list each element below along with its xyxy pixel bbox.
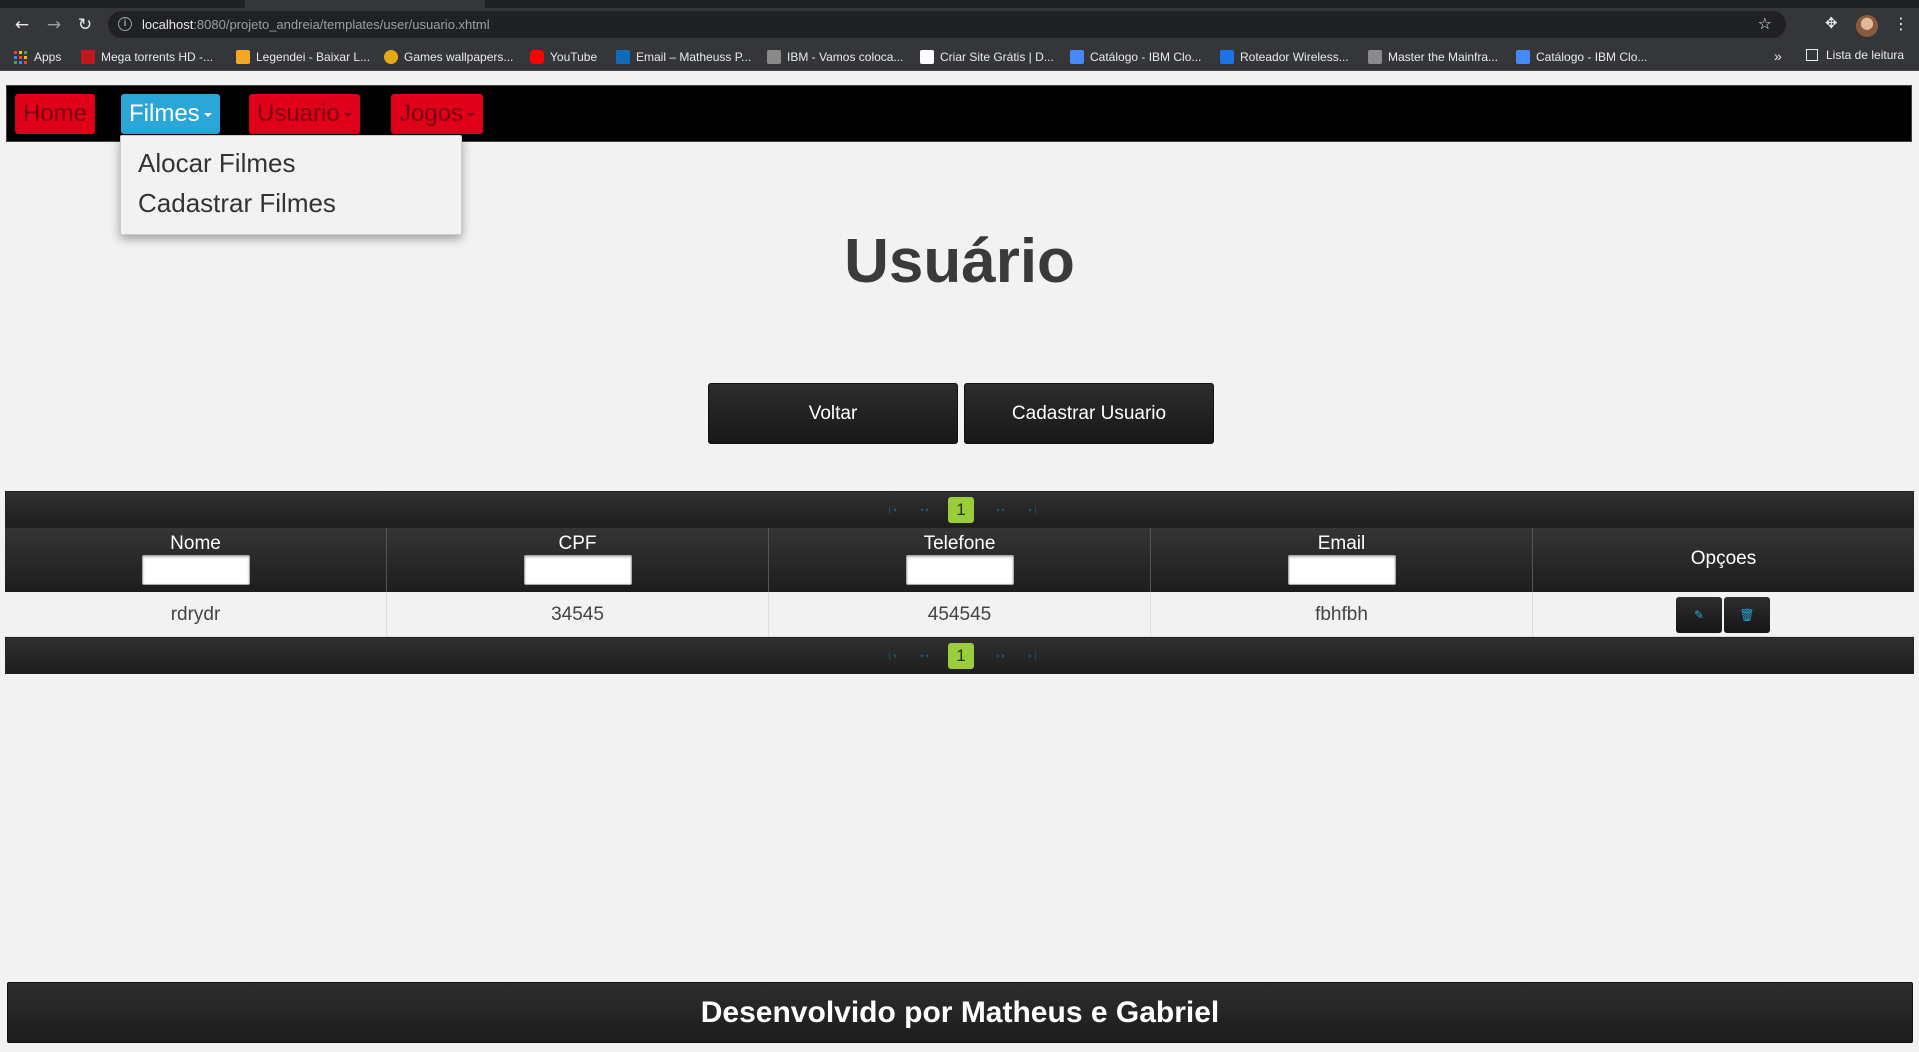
cell-telefone: 454545	[769, 592, 1151, 637]
profile-avatar[interactable]	[1856, 15, 1878, 37]
reload-icon[interactable]: ↻	[76, 16, 94, 34]
chevron-down-icon	[467, 112, 476, 117]
w-favicon	[384, 50, 398, 64]
cell-nome: rdrydr	[5, 592, 387, 637]
filter-cpf-input[interactable]	[523, 555, 632, 585]
first-page-icon[interactable]: |◂	[879, 643, 905, 669]
bookmark-ibm-cloud-1[interactable]: Catálogo - IBM Clo...	[1070, 48, 1201, 66]
forward-arrow-icon[interactable]: →	[45, 16, 63, 34]
next-page-icon[interactable]: ▸▸	[988, 643, 1014, 669]
browser-toolbar: ← → ↻ i localhost:8080/projeto_andreia/t…	[0, 8, 1919, 41]
back-arrow-icon[interactable]: ←	[13, 16, 31, 34]
filter-nome-input[interactable]	[141, 555, 250, 585]
page-title: Usuário	[844, 227, 1075, 296]
cell-cpf: 34545	[387, 592, 769, 637]
edit-pencil-icon: ✎	[1693, 608, 1705, 622]
users-datatable: |◂ ◂◂ 1 ▸▸ ▸| Nome CPF Telefone Email Op…	[5, 491, 1914, 674]
bookmark-apps[interactable]: Apps	[14, 48, 61, 66]
reading-list[interactable]: Lista de leitura	[1806, 48, 1904, 62]
bookmark-youtube[interactable]: YouTube	[530, 48, 597, 66]
bookmark-mainframe[interactable]: Master the Mainfra...	[1368, 48, 1498, 66]
active-tab[interactable]	[245, 0, 485, 8]
page-number[interactable]: 1	[948, 643, 974, 669]
main-menubar: Home Filmes Usuario Jogos	[6, 85, 1912, 142]
last-page-icon[interactable]: ▸|	[1020, 643, 1046, 669]
column-header-nome[interactable]: Nome	[5, 528, 387, 592]
table-header: Nome CPF Telefone Email Opçoes	[5, 528, 1914, 592]
menu-jogos[interactable]: Jogos	[391, 94, 484, 134]
trash-icon: 🗑	[1739, 608, 1755, 622]
bookmark-star-icon[interactable]: ☆	[1758, 14, 1772, 33]
wix-icon	[920, 50, 934, 64]
apps-grid-icon	[14, 50, 27, 64]
ibm-icon	[767, 50, 781, 64]
browser-menu-icon[interactable]: ⋮	[1893, 14, 1909, 33]
legendei-favicon	[236, 50, 250, 64]
bookmark-ibm-cloud-2[interactable]: Catálogo - IBM Clo...	[1516, 48, 1647, 66]
column-header-opcoes: Opçoes	[1690, 548, 1757, 569]
next-page-icon[interactable]: ▸▸	[988, 497, 1014, 523]
extensions-puzzle-icon[interactable]: ✥	[1825, 14, 1838, 32]
last-page-icon[interactable]: ▸|	[1020, 497, 1046, 523]
page-content: Home Filmes Usuario Jogos Alocar Filmes …	[0, 71, 1919, 1052]
page-number[interactable]: 1	[948, 497, 974, 523]
first-page-icon[interactable]: |◂	[879, 497, 905, 523]
filter-telefone-input[interactable]	[905, 555, 1014, 585]
reading-list-icon	[1806, 49, 1818, 61]
edit-button[interactable]: ✎	[1676, 597, 1722, 633]
delete-button[interactable]: 🗑	[1724, 597, 1770, 633]
prev-page-icon[interactable]: ◂◂	[911, 497, 937, 523]
chevron-down-icon	[203, 112, 212, 117]
bookmarks-bar: Apps Mega torrents HD -... Legendei - Ba…	[0, 41, 1919, 71]
ibm-cloud-icon	[1070, 50, 1084, 64]
dropdown-item-alocar-filmes[interactable]: Alocar Filmes	[138, 148, 295, 179]
cell-opcoes: ✎ 🗑	[1533, 592, 1914, 637]
bookmark-games-wallpapers[interactable]: Games wallpapers...	[384, 48, 513, 66]
bookmark-wix[interactable]: Criar Site Grátis | D...	[920, 48, 1054, 66]
hd-favicon	[81, 50, 95, 64]
column-header-telefone[interactable]: Telefone	[769, 528, 1151, 592]
column-header-cpf[interactable]: CPF	[387, 528, 769, 592]
cell-email: fbhfbh	[1151, 592, 1533, 637]
ibm-cloud-icon	[1516, 50, 1530, 64]
page-footer: Desenvolvido por Matheus e Gabriel	[7, 982, 1913, 1043]
outlook-icon	[616, 50, 630, 64]
filter-email-input[interactable]	[1287, 555, 1396, 585]
prev-page-icon[interactable]: ◂◂	[911, 643, 937, 669]
ibm-icon	[1368, 50, 1382, 64]
bookmark-email[interactable]: Email – Matheuss P...	[616, 48, 751, 66]
dropdown-item-cadastrar-filmes[interactable]: Cadastrar Filmes	[138, 188, 336, 219]
more-bookmarks-icon[interactable]: »	[1774, 48, 1782, 64]
register-user-button[interactable]: Cadastrar Usuario	[964, 383, 1214, 444]
bookmark-roteador[interactable]: Roteador Wireless...	[1220, 48, 1349, 66]
chevron-down-icon	[343, 112, 352, 117]
bookmark-mega-torrents[interactable]: Mega torrents HD -...	[81, 48, 213, 66]
filmes-dropdown-menu: Alocar Filmes Cadastrar Filmes	[120, 135, 462, 235]
bookmark-ibm-vamos[interactable]: IBM - Vamos coloca...	[767, 48, 903, 66]
site-info-icon[interactable]: i	[118, 17, 132, 31]
paginator-bottom: |◂ ◂◂ 1 ▸▸ ▸|	[5, 637, 1914, 674]
menu-filmes[interactable]: Filmes	[121, 94, 220, 134]
table-row[interactable]: rdrydr 34545 454545 fbhfbh ✎ 🗑	[5, 592, 1914, 637]
address-bar[interactable]: i localhost:8080/projeto_andreia/templat…	[108, 11, 1786, 38]
menu-usuario[interactable]: Usuario	[249, 94, 360, 134]
url-text[interactable]: localhost:8080/projeto_andreia/templates…	[142, 17, 490, 32]
menu-home[interactable]: Home	[15, 94, 96, 134]
bookmark-legendei[interactable]: Legendei - Baixar L...	[236, 48, 370, 66]
column-header-email[interactable]: Email	[1151, 528, 1533, 592]
youtube-icon	[530, 50, 544, 64]
paginator-top: |◂ ◂◂ 1 ▸▸ ▸|	[5, 491, 1914, 528]
router-favicon	[1220, 50, 1234, 64]
back-button[interactable]: Voltar	[708, 383, 958, 444]
browser-tab-strip	[0, 0, 1919, 8]
